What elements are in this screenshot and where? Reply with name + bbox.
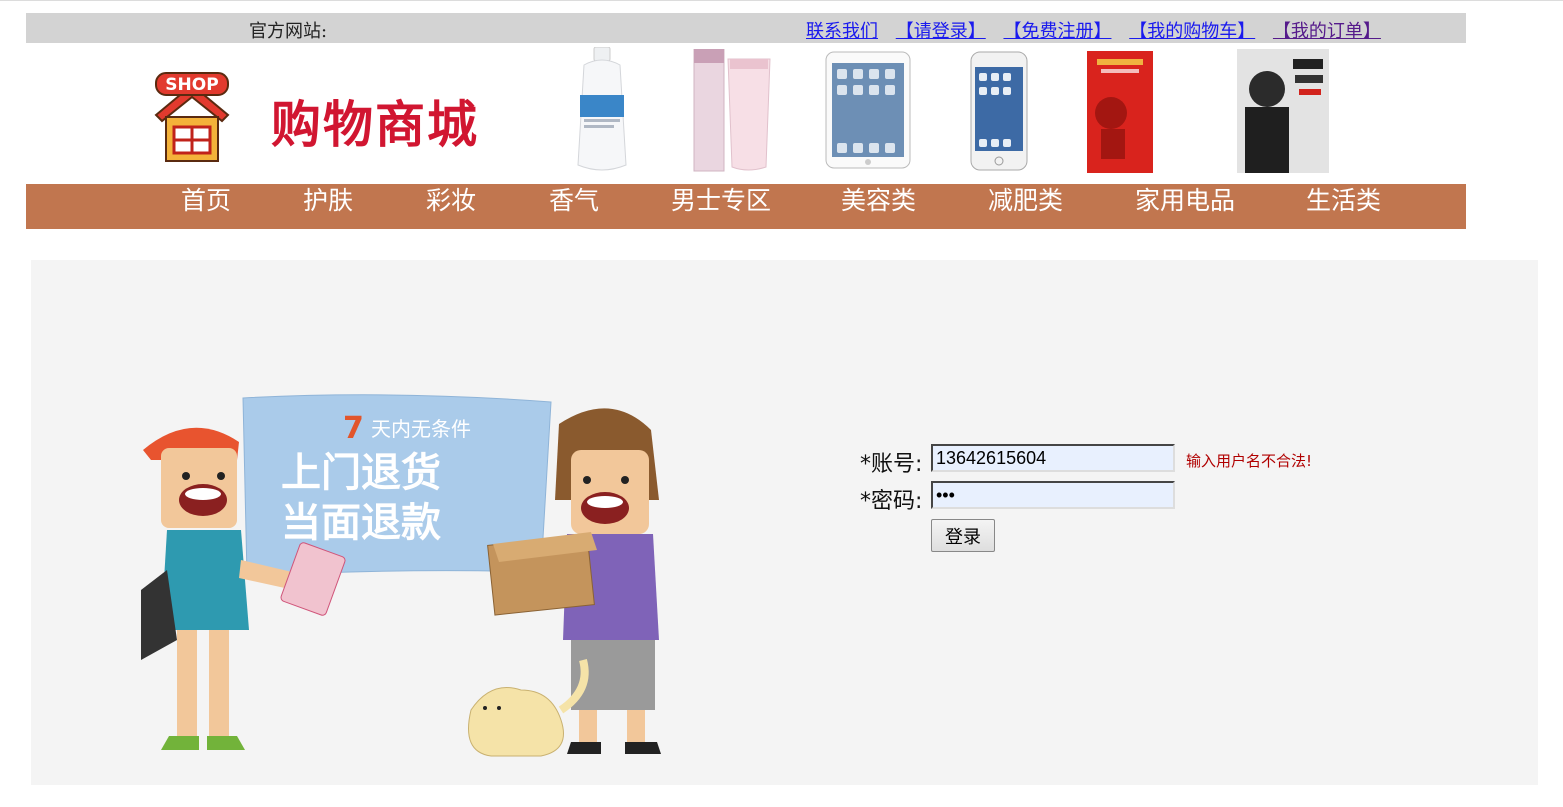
- top-link-bar: 官方网站: 联系我们 【请登录】 【免费注册】 【我的购物车】 【我的订单】: [26, 13, 1466, 43]
- shop-logo-icon[interactable]: SHOP: [152, 71, 232, 167]
- cart-link[interactable]: 【我的购物车】: [1129, 21, 1255, 42]
- password-input[interactable]: [931, 481, 1175, 509]
- nav-item-men[interactable]: 男士专区: [671, 184, 771, 229]
- promo-line1: 天内无条件: [371, 417, 471, 441]
- nav-item-skincare[interactable]: 护肤: [303, 184, 353, 229]
- contact-us-link[interactable]: 联系我们: [806, 21, 878, 42]
- password-label: *密码:: [860, 489, 923, 514]
- nav-item-beauty[interactable]: 美容类: [841, 184, 916, 229]
- logo-badge-text: SHOP: [165, 75, 218, 95]
- promo-days: 7: [343, 411, 364, 446]
- orders-link[interactable]: 【我的订单】: [1273, 21, 1381, 42]
- product-cleanser-image[interactable]: [692, 49, 772, 173]
- nav-item-slimming[interactable]: 减肥类: [988, 184, 1063, 229]
- login-panel: 7 天内无条件 上门退货 当面退款 *账号: 13642615604 输入用户名…: [31, 260, 1538, 785]
- site-header: SHOP 购物商城: [26, 43, 1466, 184]
- page-top-border: [0, 0, 1563, 1]
- nav-item-home[interactable]: 首页: [181, 184, 231, 229]
- official-site-label: 官方网站:: [249, 21, 328, 42]
- promo-line3: 当面退款: [281, 500, 441, 546]
- logo-title: 购物商城: [271, 96, 479, 154]
- cat-figure: [468, 658, 589, 757]
- promo-line2: 上门退货: [281, 450, 441, 496]
- product-red-book-image[interactable]: [1087, 51, 1153, 173]
- return-policy-illustration: 7 天内无条件 上门退货 当面退款: [141, 394, 661, 757]
- account-input[interactable]: [931, 444, 1175, 472]
- top-links: 联系我们 【请登录】 【免费注册】 【我的购物车】 【我的订单】: [806, 17, 1393, 43]
- nav-item-living[interactable]: 生活类: [1306, 184, 1381, 229]
- product-lotion-image[interactable]: [572, 47, 632, 175]
- login-button[interactable]: 登录: [931, 519, 995, 552]
- account-label: *账号:: [860, 452, 923, 477]
- category-nav: 首页 护肤 彩妆 香气 男士专区 美容类 减肥类 家用电品 生活类: [26, 184, 1466, 229]
- login-link[interactable]: 【请登录】: [896, 21, 986, 42]
- nav-item-fragrance[interactable]: 香气: [549, 184, 599, 229]
- product-java-book-image[interactable]: [1237, 49, 1329, 173]
- product-tablet-image[interactable]: [825, 51, 911, 169]
- nav-item-appliances[interactable]: 家用电品: [1135, 184, 1235, 229]
- account-error-message: 输入用户名不合法!: [1186, 452, 1313, 470]
- register-link[interactable]: 【免费注册】: [1003, 21, 1111, 42]
- nav-item-makeup[interactable]: 彩妆: [426, 184, 476, 229]
- product-phone-image[interactable]: [970, 51, 1028, 171]
